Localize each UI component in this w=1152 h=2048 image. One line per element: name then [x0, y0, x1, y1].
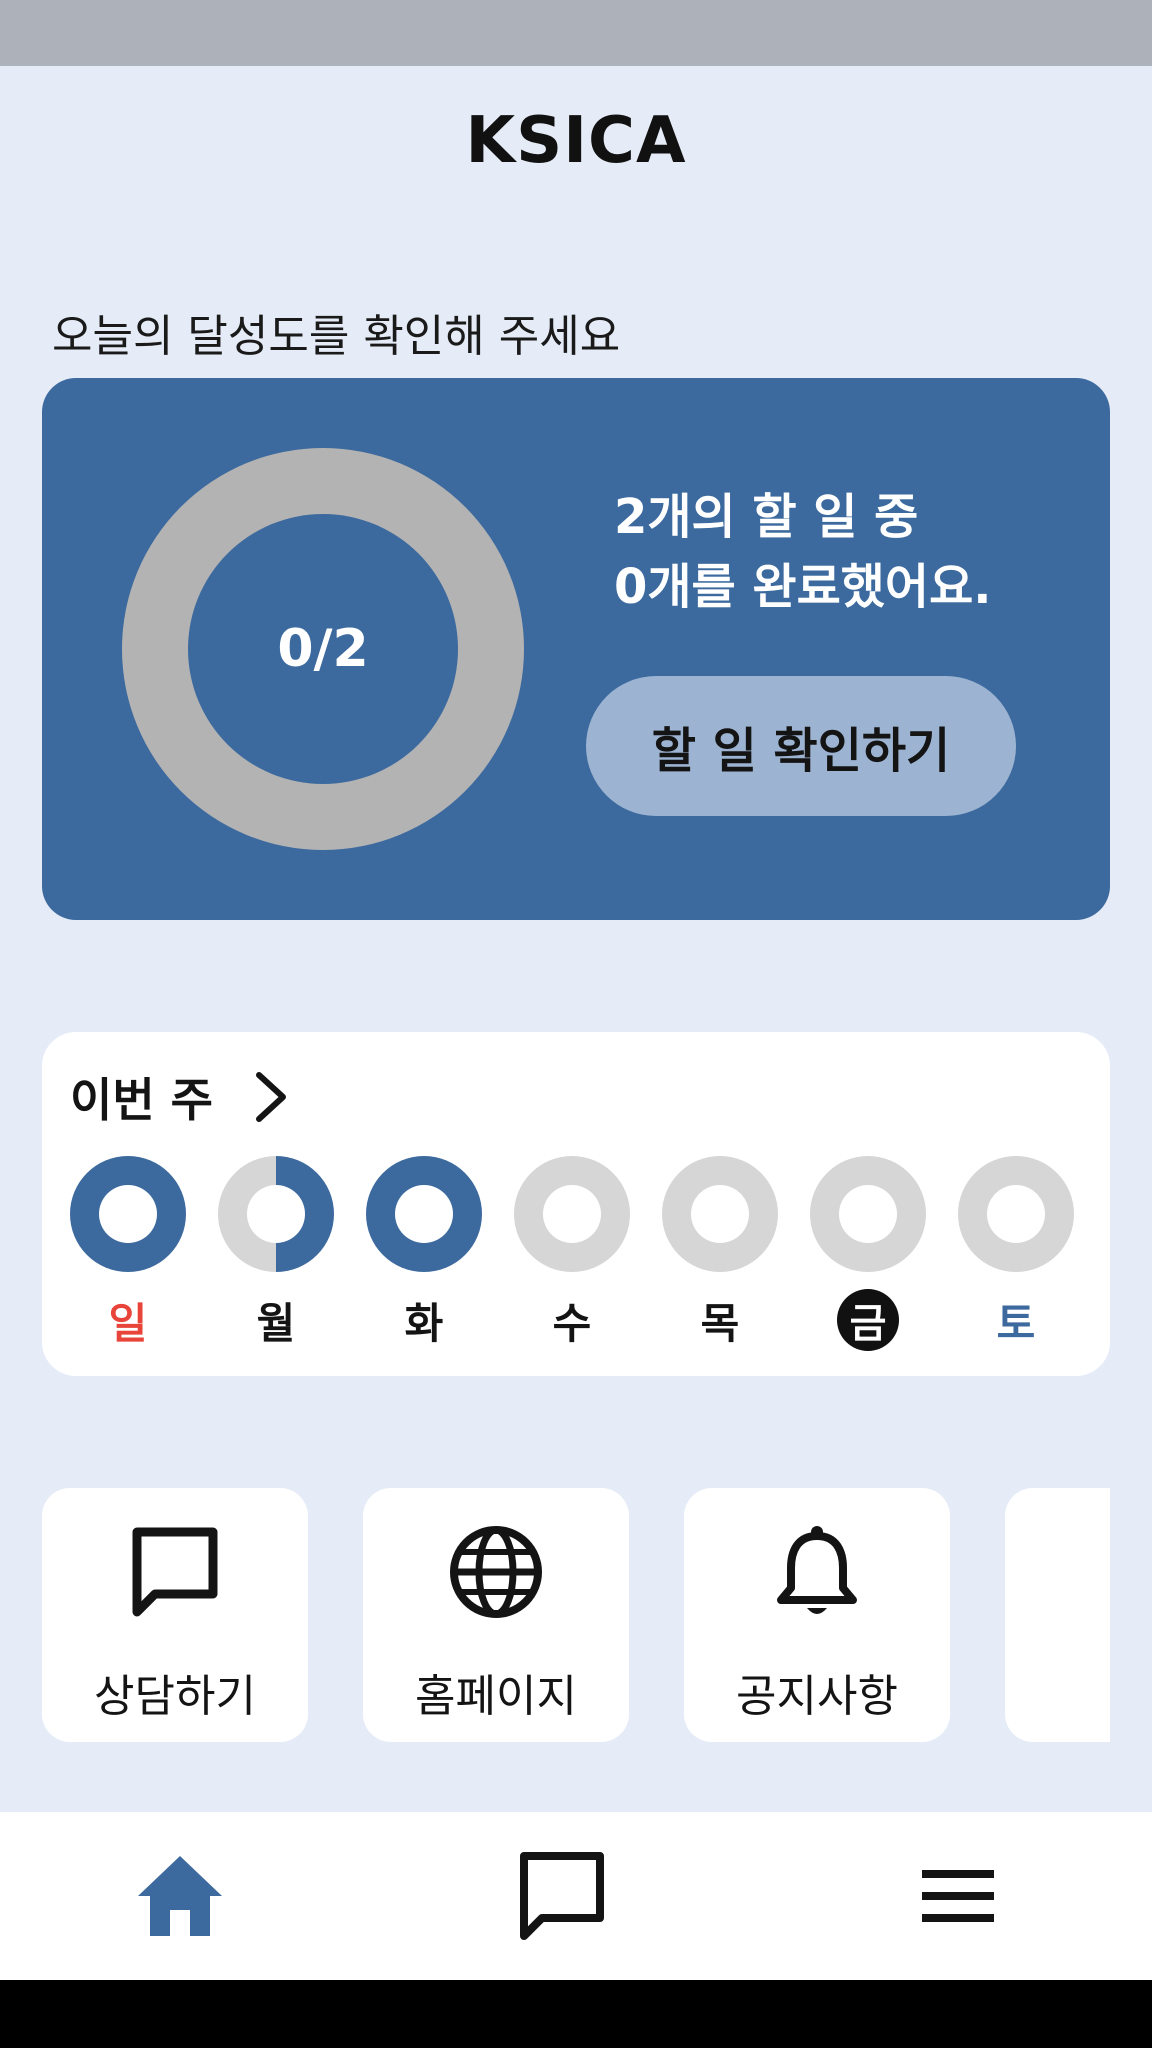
- day-progress-ring: [958, 1156, 1074, 1272]
- system-navigation-bar: [0, 1980, 1152, 2048]
- week-day[interactable]: 화: [366, 1156, 482, 1356]
- week-day[interactable]: 금: [810, 1156, 926, 1356]
- home-icon[interactable]: [130, 1846, 230, 1946]
- week-header[interactable]: 이번 주: [70, 1064, 291, 1130]
- chat-bubble-icon: [132, 1527, 218, 1617]
- day-label: 화: [404, 1298, 444, 1348]
- globe-icon: [450, 1526, 542, 1618]
- week-day[interactable]: 일: [70, 1156, 186, 1356]
- tile-more[interactable]: 추: [1005, 1488, 1110, 1742]
- day-progress-ring: [70, 1156, 186, 1272]
- tile-label: 상담하기: [94, 1671, 256, 1722]
- week-title: 이번 주: [70, 1073, 213, 1127]
- check-todos-button[interactable]: 할 일 확인하기: [586, 676, 1016, 816]
- day-label: 수: [552, 1298, 592, 1348]
- hamburger-menu-icon[interactable]: [908, 1846, 1008, 1946]
- progress-ratio: 0/2: [188, 514, 458, 784]
- bottom-nav: [0, 1812, 1152, 1980]
- partially-visible-icon: [1088, 1522, 1110, 1622]
- day-label: 금: [810, 1289, 926, 1351]
- quick-tiles: 상담하기 홈페이지 공지사항 추: [42, 1488, 1110, 1744]
- day-progress-ring: [810, 1156, 926, 1272]
- week-day[interactable]: 수: [514, 1156, 630, 1356]
- day-progress-ring: [218, 1156, 334, 1272]
- day-progress-ring: [514, 1156, 630, 1272]
- week-day[interactable]: 목: [662, 1156, 778, 1356]
- tile-label: 공지사항: [736, 1671, 898, 1722]
- today-badge: 금: [837, 1289, 899, 1351]
- chat-bubble-icon[interactable]: [512, 1846, 612, 1946]
- app-title: KSICA: [465, 104, 687, 178]
- week-day[interactable]: 토: [958, 1156, 1074, 1356]
- progress-card: 0/2 2개의 할 일 중 0개를 완료했어요. 할 일 확인하기: [42, 378, 1110, 920]
- bell-icon: [777, 1526, 857, 1614]
- summary-line-2: 0개를 완료했어요.: [614, 559, 992, 615]
- week-card: 이번 주 일 월 화 수 목 금 토: [42, 1032, 1110, 1376]
- summary-line-1: 2개의 할 일 중: [614, 489, 919, 545]
- week-day[interactable]: 월: [218, 1156, 334, 1356]
- tile-notice[interactable]: 공지사항: [684, 1488, 950, 1742]
- progress-summary: 2개의 할 일 중 0개를 완료했어요.: [614, 482, 991, 622]
- tile-counsel[interactable]: 상담하기: [42, 1488, 308, 1742]
- tile-label: 홈페이지: [415, 1671, 577, 1722]
- day-label: 토: [996, 1298, 1036, 1348]
- day-progress-ring: [366, 1156, 482, 1272]
- progress-donut: 0/2: [122, 448, 524, 850]
- day-label: 일: [108, 1298, 148, 1348]
- status-bar: [0, 0, 1152, 66]
- day-label: 목: [700, 1298, 740, 1348]
- day-label: 월: [256, 1298, 296, 1348]
- chevron-right-icon: [255, 1072, 286, 1122]
- tile-homepage[interactable]: 홈페이지: [363, 1488, 629, 1742]
- progress-heading: 오늘의 달성도를 확인해 주세요: [52, 311, 621, 362]
- day-progress-ring: [662, 1156, 778, 1272]
- tile-label: 추: [1005, 1660, 1110, 1724]
